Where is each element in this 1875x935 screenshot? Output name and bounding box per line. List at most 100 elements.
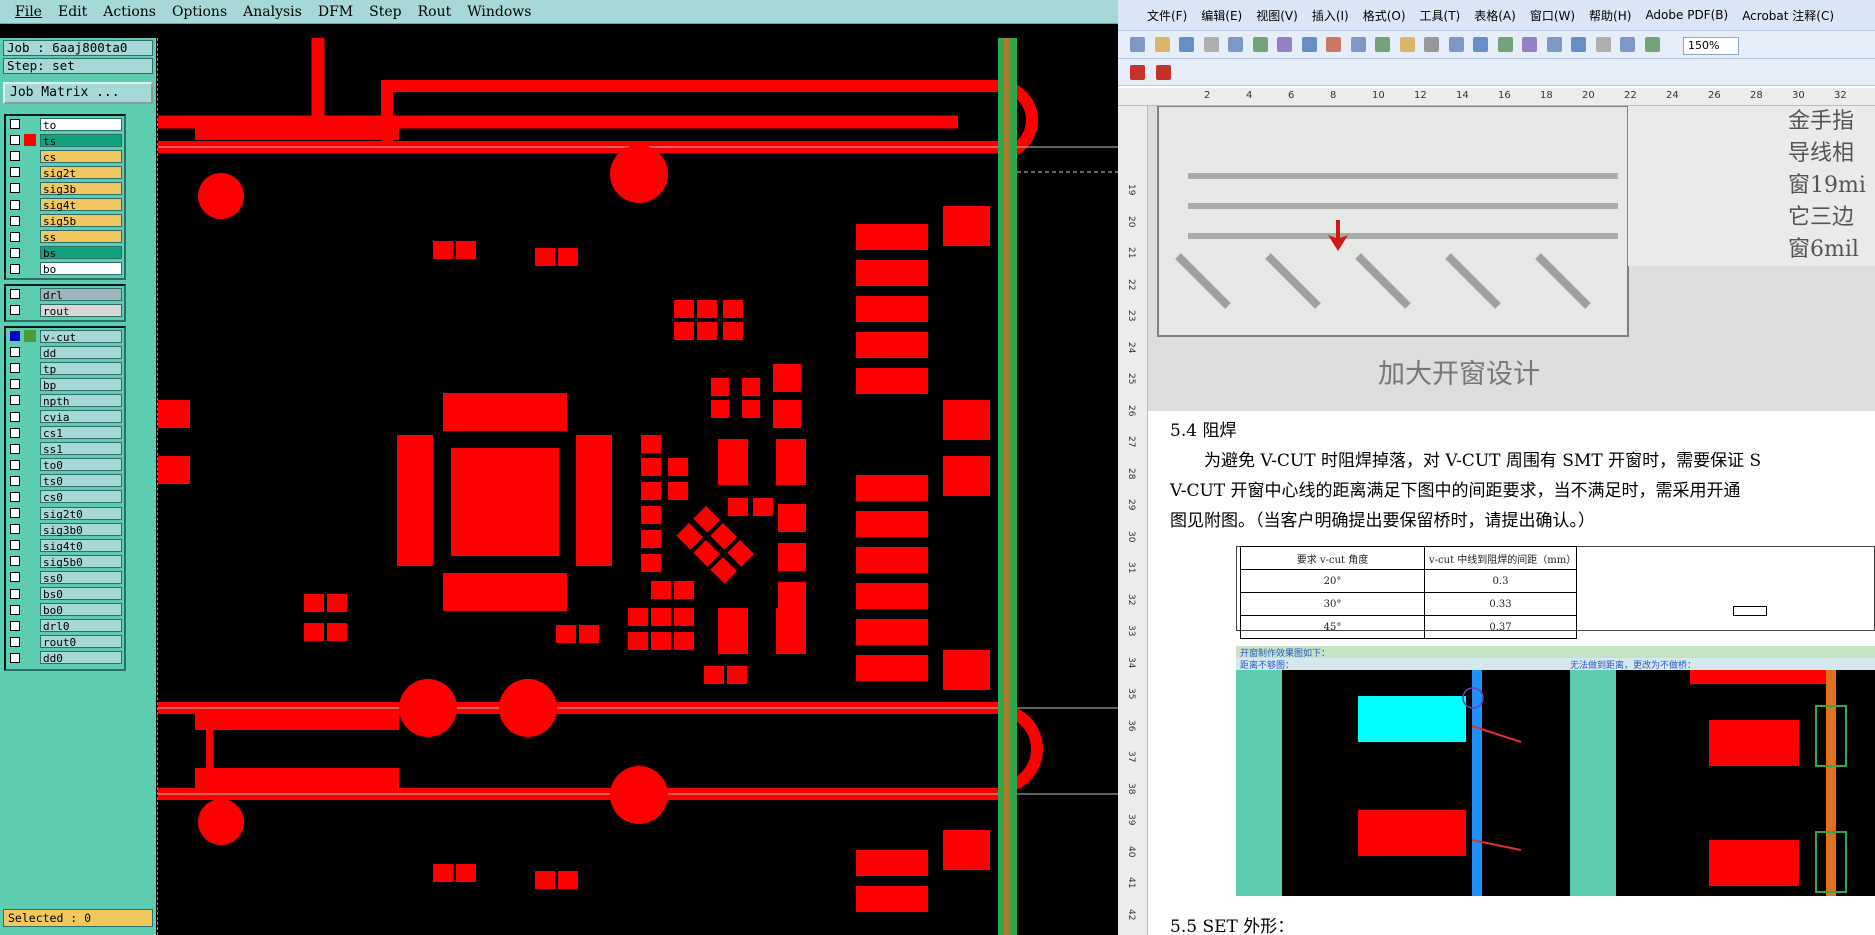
copy-icon[interactable]	[1350, 37, 1366, 52]
layer-name[interactable]: sig4t0	[40, 538, 122, 553]
layer-row[interactable]: sig5b0	[6, 553, 124, 569]
menu-rout[interactable]: Rout	[411, 4, 461, 20]
layer-name[interactable]: rout0	[40, 635, 122, 649]
pcb-graphic-canvas[interactable]	[157, 38, 1118, 935]
insert-table-icon[interactable]	[1522, 37, 1537, 52]
layer-name[interactable]: bs	[40, 246, 122, 260]
show-hide-icon[interactable]	[1644, 37, 1660, 52]
word-menu-item[interactable]: 编辑(E)	[1194, 7, 1249, 24]
layer-name[interactable]: sig3b0	[40, 522, 122, 537]
research-icon[interactable]	[1301, 37, 1317, 52]
layer-row[interactable]: bs0	[6, 586, 124, 602]
redo-icon[interactable]	[1448, 37, 1464, 52]
menu-edit[interactable]: Edit	[51, 4, 96, 20]
layer-row[interactable]: bs	[6, 245, 124, 261]
layer-row[interactable]: sig3b0	[6, 521, 124, 537]
layer-checkbox[interactable]	[10, 475, 20, 486]
layer-row[interactable]: rout	[6, 302, 124, 318]
layer-row[interactable]: ts	[6, 132, 124, 148]
layer-row[interactable]: drl	[6, 286, 124, 302]
layer-checkbox[interactable]	[10, 379, 20, 390]
word-menu-item[interactable]: 窗口(W)	[1523, 7, 1582, 24]
format-painter-icon[interactable]	[1399, 37, 1415, 52]
layer-checkbox[interactable]	[10, 604, 20, 615]
word-menu-item[interactable]: 视图(V)	[1249, 7, 1305, 24]
layer-checkbox[interactable]	[10, 215, 20, 226]
layer-name[interactable]: to	[40, 117, 122, 132]
menu-windows[interactable]: Windows	[460, 4, 540, 20]
word-menu-item[interactable]: 表格(A)	[1467, 7, 1523, 24]
layer-row[interactable]: sig2t	[6, 164, 124, 180]
layer-name[interactable]: tp	[40, 361, 122, 376]
layer-name[interactable]: bp	[40, 377, 122, 392]
layer-name[interactable]: dd	[40, 345, 122, 360]
layer-checkbox[interactable]	[10, 459, 20, 470]
layer-name[interactable]: ss0	[40, 570, 122, 585]
layer-name[interactable]: ts	[40, 133, 122, 148]
layer-row[interactable]: cs0	[6, 489, 124, 505]
hyperlink-icon[interactable]	[1473, 37, 1488, 52]
layer-row[interactable]: tp	[6, 360, 124, 376]
layer-row[interactable]: ss0	[6, 569, 124, 585]
layer-name[interactable]: cvia	[40, 410, 122, 424]
layer-name[interactable]: ts0	[40, 474, 122, 488]
layer-checkbox[interactable]	[10, 491, 20, 502]
layer-checkbox[interactable]	[10, 347, 20, 358]
layer-name[interactable]: sig5b	[40, 214, 122, 228]
layer-checkbox[interactable]	[10, 167, 20, 178]
menu-options[interactable]: Options	[165, 4, 236, 20]
layer-checkbox[interactable]	[10, 572, 20, 583]
word-menu-item[interactable]: Acrobat 注释(C)	[1735, 7, 1841, 24]
layer-checkbox[interactable]	[10, 540, 20, 551]
layer-checkbox[interactable]	[10, 556, 20, 567]
layer-row[interactable]: v-cut	[6, 328, 124, 344]
word-menu-item[interactable]: 格式(O)	[1356, 7, 1413, 24]
layer-name[interactable]: drl	[40, 287, 122, 302]
layer-row[interactable]: to	[6, 116, 124, 132]
layer-checkbox[interactable]	[10, 443, 20, 454]
layer-checkbox[interactable]	[10, 135, 20, 146]
layer-row[interactable]: cs1	[6, 425, 124, 441]
pdf-convert-icon[interactable]	[1130, 65, 1145, 80]
layer-checkbox[interactable]	[10, 119, 20, 130]
layer-checkbox[interactable]	[10, 247, 20, 258]
layer-row[interactable]: ss1	[6, 441, 124, 457]
layer-name[interactable]: v-cut	[40, 329, 122, 344]
layer-row[interactable]: ts0	[6, 473, 124, 489]
permission-icon[interactable]	[1203, 37, 1219, 52]
layer-checkbox[interactable]	[10, 331, 20, 342]
menu-file[interactable]: File	[8, 4, 51, 20]
layer-name[interactable]: to0	[40, 458, 122, 472]
layer-name[interactable]: npth	[40, 393, 122, 408]
layer-checkbox[interactable]	[10, 395, 20, 406]
tables-icon[interactable]	[1497, 37, 1513, 52]
layer-checkbox[interactable]	[10, 151, 20, 162]
menu-actions[interactable]: Actions	[96, 4, 165, 20]
layer-name[interactable]: bo	[40, 262, 122, 276]
layer-name[interactable]: sig2t0	[40, 506, 122, 521]
layer-name[interactable]: sig2t	[40, 165, 122, 180]
menu-dfm[interactable]: DFM	[311, 4, 362, 20]
new-icon[interactable]	[1130, 37, 1145, 52]
menu-step[interactable]: Step	[362, 4, 410, 20]
layer-checkbox[interactable]	[10, 183, 20, 194]
layer-row[interactable]: sig2t0	[6, 505, 124, 521]
layer-checkbox[interactable]	[10, 636, 20, 647]
job-matrix-button[interactable]: Job Matrix ...	[3, 82, 153, 104]
layer-name[interactable]: drl0	[40, 619, 122, 633]
layer-checkbox[interactable]	[10, 289, 20, 300]
layer-row[interactable]: npth	[6, 392, 124, 408]
layer-checkbox[interactable]	[10, 263, 20, 274]
layer-name[interactable]: sig3b	[40, 181, 122, 196]
layer-row[interactable]: sig5b	[6, 213, 124, 229]
layer-row[interactable]: sig4t	[6, 196, 124, 212]
word-menu-item[interactable]: 文件(F)	[1140, 7, 1194, 24]
layer-row[interactable]: bo	[6, 261, 124, 277]
layer-name[interactable]: ss1	[40, 442, 122, 456]
layer-name[interactable]: sig4t	[40, 198, 122, 212]
word-menu-item[interactable]: 工具(T)	[1413, 7, 1468, 24]
drawing-icon[interactable]	[1595, 37, 1611, 52]
cut-icon[interactable]	[1326, 37, 1341, 52]
layer-checkbox[interactable]	[10, 524, 20, 535]
layer-checkbox[interactable]	[10, 231, 20, 242]
